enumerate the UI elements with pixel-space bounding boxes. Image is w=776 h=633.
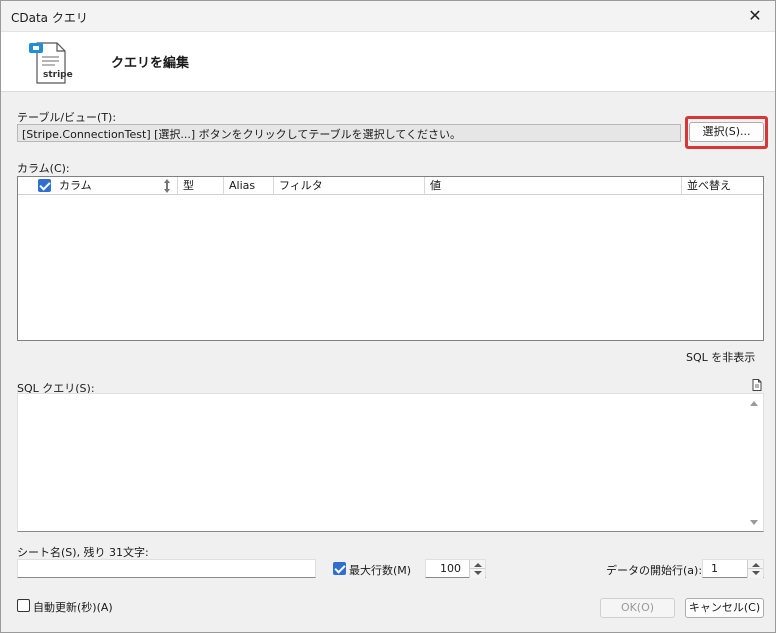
scroll-up-icon[interactable] (750, 401, 758, 406)
max-rows-checkbox[interactable] (333, 562, 346, 575)
sort-arrows-icon[interactable] (163, 179, 171, 193)
logo-text: stripe (43, 70, 73, 80)
column-header-value[interactable]: 値 (425, 177, 682, 195)
max-rows-stepper[interactable]: 100 (425, 559, 486, 578)
table-view-label: テーブル/ビュー(T): (17, 111, 117, 124)
column-header-sort[interactable]: 並べ替え (682, 177, 763, 195)
columns-grid[interactable]: カラム 型 Alias フィルタ 値 並べ替え (17, 176, 764, 341)
select-all-columns-checkbox[interactable] (38, 179, 51, 192)
dialog-heading: クエリを編集 (111, 56, 190, 71)
select-button[interactable]: 選択(S)... (689, 122, 764, 142)
window-title: CData クエリ (11, 11, 88, 25)
title-bar: CData クエリ ✕ (1, 1, 775, 32)
ok-button[interactable]: OK(O) (600, 598, 675, 618)
columns-label: カラム(C): (17, 162, 70, 175)
column-header-filter[interactable]: フィルタ (274, 177, 425, 195)
start-row-label: データの開始行(a): (606, 564, 703, 577)
spin-divider (747, 568, 763, 569)
cancel-button[interactable]: キャンセル(C) (685, 598, 764, 618)
max-rows-spin-arrows-icon[interactable] (469, 560, 485, 578)
table-view-field: [Stripe.ConnectionTest] [選択...] ボタンをクリック… (17, 124, 681, 142)
hide-sql-link[interactable]: SQL を非表示 (686, 349, 755, 365)
sheet-name-input[interactable] (17, 559, 316, 578)
start-row-value: 1 (711, 562, 718, 575)
start-row-stepper[interactable]: 1 (702, 559, 764, 578)
sql-query-textarea[interactable] (17, 393, 764, 532)
column-header-type[interactable]: 型 (178, 177, 224, 195)
columns-grid-header: カラム 型 Alias フィルタ 値 並べ替え (18, 177, 763, 195)
column-header-alias[interactable]: Alias (224, 177, 274, 195)
max-rows-value: 100 (440, 562, 461, 575)
query-dialog: CData クエリ ✕ stripe クエリを編集 テーブル/ビュー(T): [… (0, 0, 776, 633)
sql-scrollbar[interactable] (746, 394, 763, 531)
close-icon[interactable]: ✕ (745, 6, 765, 26)
sheet-name-label: シート名(S), 残り 31文字: (17, 546, 149, 559)
auto-refresh-checkbox[interactable] (17, 599, 30, 612)
column-header-name-label: カラム (59, 179, 92, 192)
document-icon[interactable] (752, 379, 762, 391)
max-rows-label: 最大行数(M) (349, 564, 412, 577)
dialog-header: stripe クエリを編集 (1, 32, 775, 92)
auto-refresh-label: 自動更新(秒)(A) (33, 601, 113, 614)
scroll-down-icon[interactable] (750, 520, 758, 525)
start-row-spin-arrows-icon[interactable] (747, 560, 763, 578)
column-header-name[interactable]: カラム (18, 177, 178, 195)
spin-divider (469, 568, 485, 569)
